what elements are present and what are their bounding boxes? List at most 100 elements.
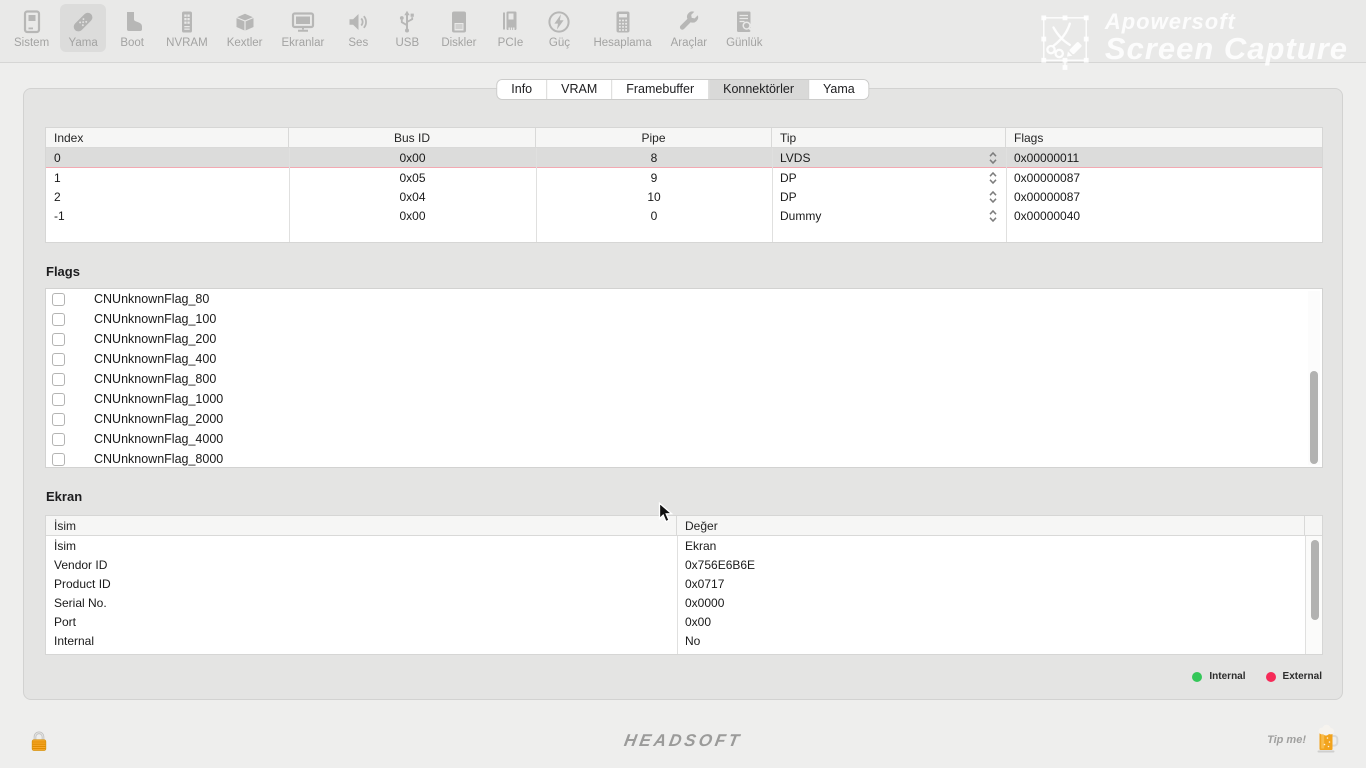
table-row[interactable]: 1 0x05 9 DP 0x00000087 — [46, 168, 1322, 187]
toolbar-item-label: Günlük — [726, 37, 762, 49]
legend-internal: Internal — [1192, 671, 1245, 682]
column-divider — [536, 148, 537, 242]
toolbar-item-ses[interactable]: Ses — [335, 4, 381, 52]
tip-select[interactable]: Dummy — [772, 206, 1006, 225]
toolbar: Sistem Yama Boot NVRAM Kextler Ekranlar — [0, 0, 1366, 63]
cell-bus-id: 0x00 — [289, 206, 536, 225]
connectors-table-body: 0 0x00 8 LVDS 0x00000011 1 0x05 9 DP 0x0… — [46, 148, 1322, 242]
wrench-icon — [674, 7, 704, 37]
checkbox[interactable] — [52, 433, 65, 446]
ekran-table: İsim Değer İsim Ekran Vendor ID 0x756E6B… — [45, 515, 1323, 655]
table-row[interactable]: 0 0x00 8 LVDS 0x00000011 — [46, 148, 1322, 168]
headsoft-logo[interactable]: HEADSOFT — [622, 731, 743, 751]
tab-info[interactable]: Info — [497, 80, 547, 99]
checkbox[interactable] — [52, 393, 65, 406]
toolbar-item-label: NVRAM — [166, 37, 208, 49]
table-row[interactable]: Serial No. 0x0000 — [46, 593, 1322, 612]
toolbar-item-label: Kextler — [227, 37, 263, 49]
toolbar-item-pcie[interactable]: PCIe — [487, 4, 533, 52]
checkbox[interactable] — [52, 353, 65, 366]
ekran-table-body: İsim Ekran Vendor ID 0x756E6B6E Product … — [46, 536, 1322, 654]
toolbar-item-label: Yama — [69, 37, 98, 49]
computer-icon — [17, 7, 47, 37]
toolbar-item-label: Hesaplama — [593, 37, 651, 49]
table-row[interactable]: İsim Ekran — [46, 536, 1322, 555]
column-header-index[interactable]: Index — [46, 128, 289, 147]
beer-mug-icon[interactable] — [1315, 723, 1339, 760]
lock-icon[interactable] — [29, 729, 49, 758]
flag-label: CNUnknownFlag_800 — [94, 372, 216, 386]
toolbar-item-nvram[interactable]: NVRAM — [158, 4, 216, 52]
column-header-isim[interactable]: İsim — [46, 516, 677, 535]
table-row[interactable]: 2 0x04 10 DP 0x00000087 — [46, 187, 1322, 206]
toolbar-item-araclar[interactable]: Araçlar — [663, 4, 715, 52]
cell-name: Product ID — [46, 577, 677, 591]
cell-name: Vendor ID — [46, 558, 677, 572]
toolbar-item-guc[interactable]: Güç — [536, 4, 582, 52]
cell-bus-id: 0x00 — [289, 148, 536, 167]
cell-pipe: 8 — [536, 148, 772, 167]
table-row[interactable]: -1 0x00 0 Dummy 0x00000040 — [46, 206, 1322, 225]
checkbox[interactable] — [52, 373, 65, 386]
calculator-icon — [608, 7, 638, 37]
memory-icon — [172, 7, 202, 37]
tip-select-value: DP — [780, 190, 797, 204]
table-row[interactable]: Internal No — [46, 631, 1322, 650]
column-header-flags[interactable]: Flags — [1006, 128, 1322, 147]
checkbox[interactable] — [52, 313, 65, 326]
display-icon — [288, 7, 318, 37]
column-divider — [677, 536, 678, 654]
toolbar-item-label: Güç — [549, 37, 570, 49]
cell-flags: 0x00000087 — [1006, 168, 1322, 187]
table-row[interactable]: Vendor ID 0x756E6B6E — [46, 555, 1322, 574]
toolbar-item-sistem[interactable]: Sistem — [6, 4, 57, 52]
column-header-bus-id[interactable]: Bus ID — [289, 128, 536, 147]
flag-label: CNUnknownFlag_80 — [94, 292, 209, 306]
tip-select[interactable]: DP — [772, 187, 1006, 206]
checkbox[interactable] — [52, 413, 65, 426]
tip-select[interactable]: LVDS — [772, 148, 1006, 167]
toolbar-item-gunluk[interactable]: Günlük — [718, 4, 770, 52]
cell-flags: 0x00000011 — [1006, 148, 1322, 167]
toolbar-item-hesaplama[interactable]: Hesaplama — [585, 4, 659, 52]
tip-select-value: Dummy — [780, 209, 821, 223]
list-item: CNUnknownFlag_2000 — [46, 409, 1322, 429]
toolbar-item-boot[interactable]: Boot — [109, 4, 155, 52]
scrollbar[interactable] — [1305, 536, 1322, 654]
tab-framebuffer[interactable]: Framebuffer — [612, 80, 709, 99]
scrollbar[interactable] — [1308, 291, 1320, 465]
column-divider — [772, 148, 773, 242]
scrollbar-thumb[interactable] — [1310, 371, 1318, 464]
tip-select-value: DP — [780, 171, 797, 185]
toolbar-item-label: Sistem — [14, 37, 49, 49]
checkbox[interactable] — [52, 453, 65, 466]
tip-select[interactable]: DP — [772, 168, 1006, 187]
cell-value: Ekran — [677, 539, 1322, 553]
column-header-deger[interactable]: Değer — [677, 516, 1305, 535]
tab-konnektorler[interactable]: Konnektörler — [709, 80, 809, 99]
toolbar-item-ekranlar[interactable]: Ekranlar — [273, 4, 332, 52]
tab-yama[interactable]: Yama — [809, 80, 869, 99]
scrollbar-thumb[interactable] — [1311, 540, 1319, 620]
connectors-table: Index Bus ID Pipe Tip Flags 0 0x00 8 LVD… — [45, 127, 1323, 243]
checkbox[interactable] — [52, 333, 65, 346]
connectors-table-header: Index Bus ID Pipe Tip Flags — [46, 128, 1322, 148]
disk-icon — [444, 7, 474, 37]
list-item: CNUnknownFlag_800 — [46, 369, 1322, 389]
boot-icon — [117, 7, 147, 37]
toolbar-item-label: USB — [395, 37, 419, 49]
tab-vram[interactable]: VRAM — [547, 80, 612, 99]
table-row[interactable]: Product ID 0x0717 — [46, 574, 1322, 593]
column-header-tip[interactable]: Tip — [772, 128, 1006, 147]
cell-index: -1 — [46, 206, 289, 225]
toolbar-item-diskler[interactable]: Diskler — [433, 4, 484, 52]
cell-flags: 0x00000087 — [1006, 187, 1322, 206]
toolbar-item-usb[interactable]: USB — [384, 4, 430, 52]
flags-section-title: Flags — [46, 264, 80, 279]
toolbar-item-yama[interactable]: Yama — [60, 4, 106, 52]
column-header-pipe[interactable]: Pipe — [536, 128, 772, 147]
flag-label: CNUnknownFlag_200 — [94, 332, 216, 346]
toolbar-item-kextler[interactable]: Kextler — [219, 4, 271, 52]
table-row[interactable]: Port 0x00 — [46, 612, 1322, 631]
checkbox[interactable] — [52, 293, 65, 306]
